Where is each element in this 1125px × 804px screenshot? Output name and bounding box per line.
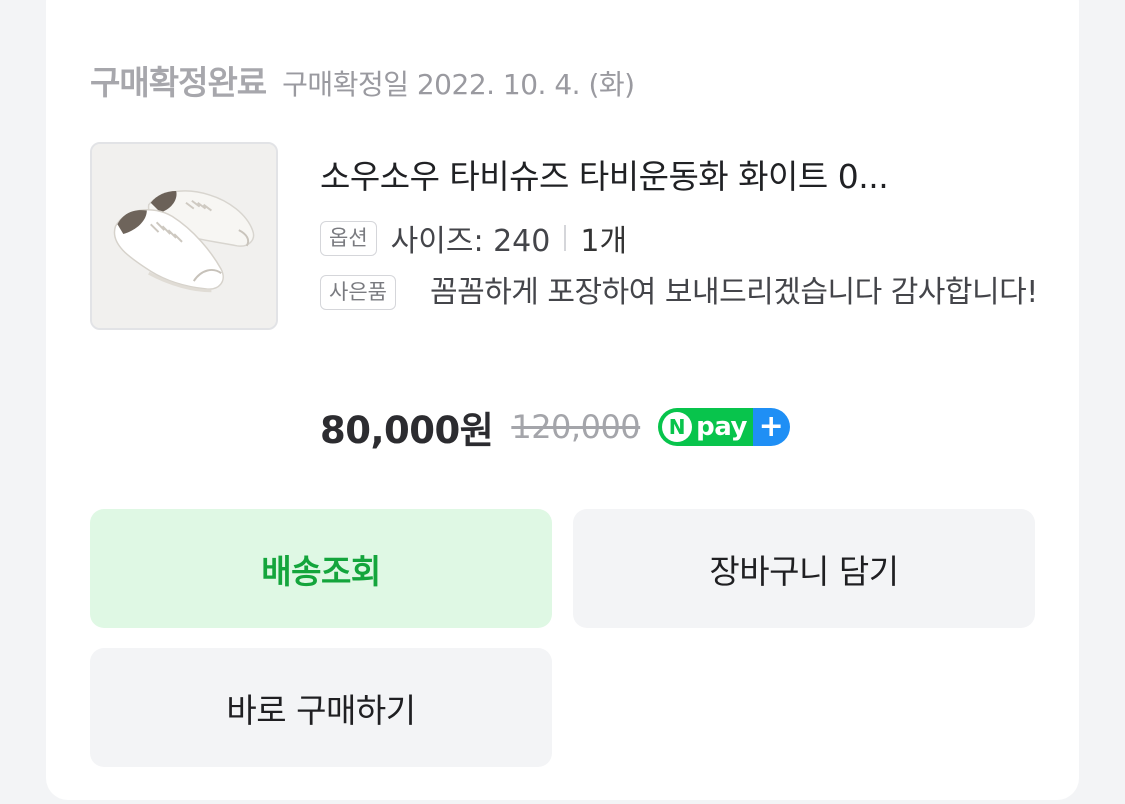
product-thumbnail[interactable] [90,142,278,330]
sale-price: 80,000원 [320,409,494,452]
quantity: 1개 [580,224,628,259]
original-price: 120,000 [511,408,641,446]
option-tag: 옵션 [320,220,377,256]
npay-plus-sign: + [758,409,784,444]
option-divider [564,225,567,251]
gift-text: 꼼꼼하게 포장하여 보내드리겠습니다 감사합니다! [430,275,1038,310]
gift-tag: 사은품 [320,275,396,310]
add-to-cart-button[interactable]: 장바구니 담기 [573,509,1035,628]
price-row: 80,000원 120,000 N pay + [320,400,791,454]
purchase-confirmation-date: 구매확정일 2022. 10. 4. (화) [282,68,635,101]
tabi-sneakers-image [92,144,276,328]
npay-plus-icon: N pay + [658,408,791,446]
track-delivery-button[interactable]: 배송조회 [90,509,552,628]
product-name[interactable]: 소우소우 타비슈즈 타비운동화 화이트 0... [320,150,1020,198]
order-status-title: 구매확정완료 [90,63,267,102]
option-row: 옵션 사이즈: 240 1개 [320,216,627,260]
buy-now-button[interactable]: 바로 구매하기 [90,648,552,767]
option-value: 사이즈: 240 [390,224,551,259]
npay-word: pay [696,412,747,442]
npay-n-letter: N [662,412,693,442]
order-status-line: 구매확정완료 구매확정일 2022. 10. 4. (화) [90,56,635,106]
